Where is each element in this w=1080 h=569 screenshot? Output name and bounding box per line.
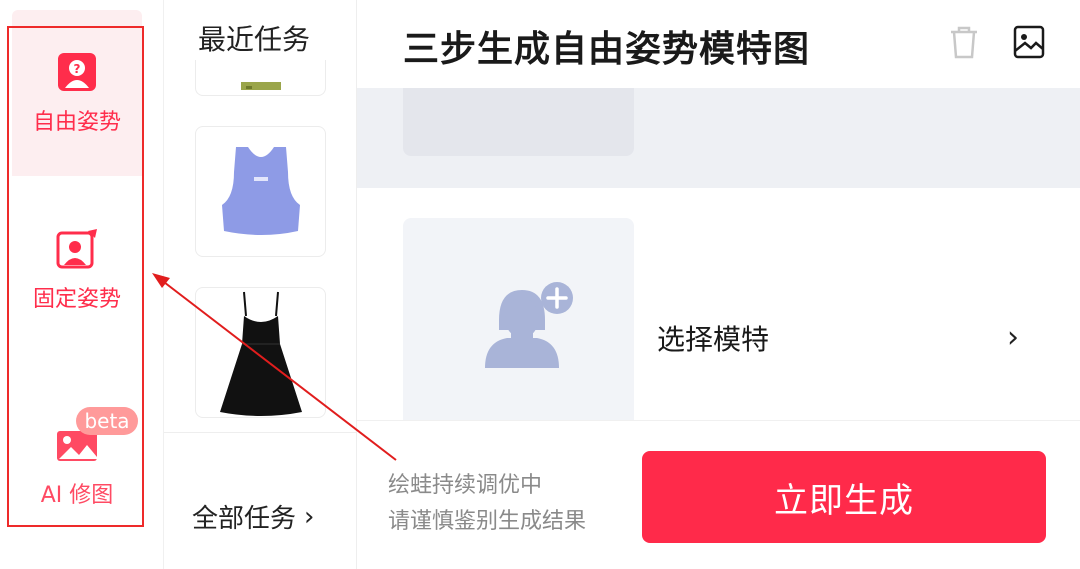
upload-card[interactable] — [403, 88, 634, 156]
trash-icon[interactable] — [947, 24, 981, 60]
nav-item-free-pose[interactable]: ? 自由姿势 — [12, 10, 142, 176]
nav-label: AI 修图 — [40, 483, 114, 508]
all-tasks-label: 全部任务 — [192, 504, 297, 534]
recent-tasks-panel: 最近任务 全部任务 › — [164, 0, 357, 569]
beta-badge: beta — [76, 407, 138, 435]
model-placeholder-card[interactable] — [403, 218, 634, 420]
add-model-icon — [485, 282, 573, 368]
recent-task-thumbnail[interactable] — [195, 60, 326, 96]
portrait-question-icon: ? — [55, 50, 99, 94]
select-model-label: 选择模特 — [657, 323, 770, 356]
recent-task-thumbnail[interactable] — [195, 126, 326, 257]
nav-label: 自由姿势 — [32, 110, 121, 135]
nav-label: 固定姿势 — [32, 287, 121, 312]
image-icon[interactable] — [1012, 24, 1046, 60]
all-tasks-link[interactable]: 全部任务 › — [192, 498, 314, 535]
recent-task-thumbnail[interactable] — [195, 287, 326, 418]
disclaimer-line: 绘蛙持续调优中 — [388, 473, 543, 498]
page-title: 三步生成自由姿势模特图 — [403, 29, 811, 70]
header: 三步生成自由姿势模特图 — [357, 0, 1080, 88]
app-root: ? 自由姿势 固定姿势 AI 修图 beta 最近任务 全部任务 › 三步生成自… — [0, 0, 1080, 569]
disclaimer-line: 请谨慎鉴别生成结果 — [388, 509, 587, 534]
model-select-row[interactable]: 选择模特 › — [357, 188, 1080, 420]
divider — [164, 432, 357, 433]
nav-item-fixed-pose[interactable]: 固定姿势 — [12, 200, 142, 340]
main-panel: 三步生成自由姿势模特图 选择模特 › 绘蛙持续调优中 请谨慎鉴别生成结果 立即生… — [357, 0, 1080, 569]
footer-bar: 绘蛙持续调优中 请谨慎鉴别生成结果 立即生成 — [357, 420, 1080, 569]
chevron-right-icon: › — [304, 501, 315, 532]
portrait-pin-icon — [55, 227, 99, 271]
chevron-right-icon: › — [1007, 320, 1019, 355]
svg-text:?: ? — [74, 62, 81, 76]
left-nav: ? 自由姿势 固定姿势 AI 修图 beta — [0, 0, 164, 569]
recent-tasks-title: 最近任务 — [198, 23, 311, 56]
generate-button[interactable]: 立即生成 — [642, 451, 1046, 543]
